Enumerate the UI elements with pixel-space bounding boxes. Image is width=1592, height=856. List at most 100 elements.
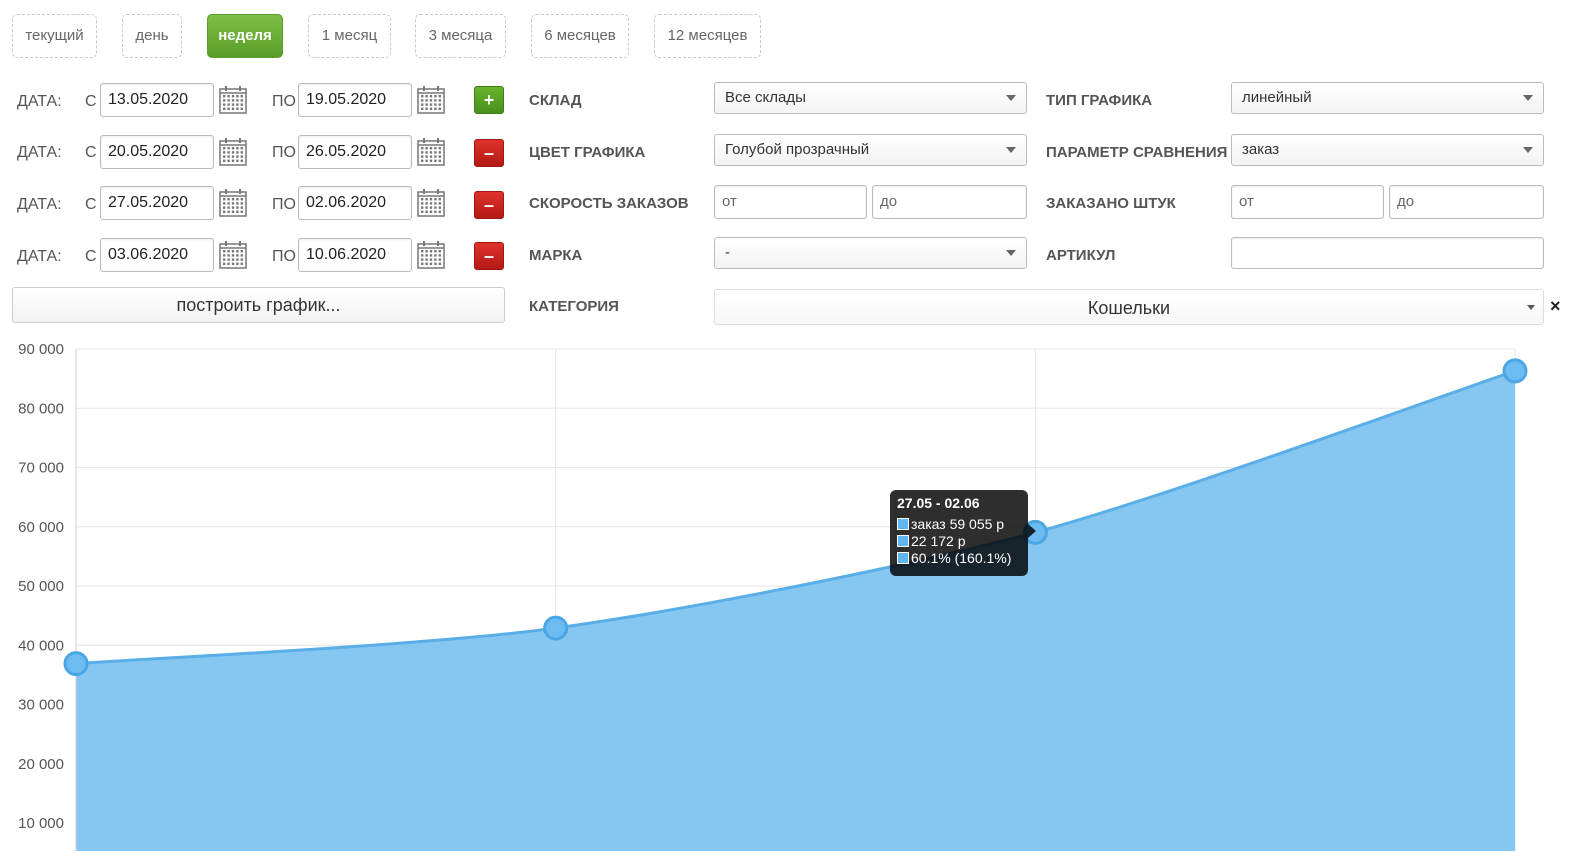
tooltip-diff-value: 22 172 р [911, 533, 966, 549]
chart-type-label: ТИП ГРАФИКА [1046, 92, 1153, 109]
period-1month-button[interactable]: 1 месяц [308, 14, 391, 58]
chart-color-select[interactable]: Голубой прозрачный [714, 134, 1027, 166]
chevron-down-icon [1523, 95, 1533, 101]
compare-param-select-value: заказ [1242, 141, 1280, 158]
chevron-down-icon [1006, 250, 1016, 256]
date-from-input[interactable]: 27.05.2020 [100, 186, 214, 220]
period-day-button[interactable]: день [122, 14, 182, 58]
compare-param-select[interactable]: заказ [1231, 134, 1544, 166]
chart-tooltip: 27.05 - 02.06 заказ 59 055 р 22 172 р 60… [890, 490, 1036, 576]
tooltip-row: 60.1% (160.1%) [897, 550, 1021, 567]
y-tick-label: 20 000 [18, 756, 64, 773]
article-input[interactable] [1231, 237, 1544, 269]
category-select-value: Кошельки [1087, 298, 1171, 318]
date-to-input[interactable]: 19.05.2020 [298, 83, 412, 117]
tooltip-caret [1028, 524, 1036, 538]
tooltip-row: 22 172 р [897, 533, 1021, 550]
date-from-label: С [85, 144, 97, 161]
chart-type-select[interactable]: линейный [1231, 82, 1544, 114]
date-from-label: С [85, 93, 97, 110]
date-to-label: ПО [272, 248, 296, 265]
date-from-input[interactable]: 20.05.2020 [100, 135, 214, 169]
date-from-label: С [85, 248, 97, 265]
calendar-icon[interactable] [416, 137, 446, 167]
remove-date-range-button[interactable]: – [474, 242, 504, 270]
calendar-icon[interactable] [416, 240, 446, 270]
y-tick-label: 90 000 [18, 341, 64, 358]
chart-color-label: ЦВЕТ ГРАФИКА [529, 144, 646, 161]
y-tick-label: 70 000 [18, 460, 64, 477]
calendar-icon[interactable] [218, 188, 248, 218]
tooltip-row: заказ 59 055 р [897, 516, 1021, 533]
legend-swatch [897, 518, 909, 530]
period-12months-button[interactable]: 12 месяцев [654, 14, 761, 58]
chevron-down-icon [1523, 147, 1533, 153]
calendar-icon[interactable] [218, 85, 248, 115]
orders-area-chart: 10 000 20 000 30 000 40 000 50 000 60 000 70 0… [18, 341, 1528, 851]
order-speed-from-input[interactable]: от [714, 185, 867, 219]
date-to-input[interactable]: 02.06.2020 [298, 186, 412, 220]
date-label: ДАТА: [17, 248, 62, 265]
date-label: ДАТА: [17, 93, 62, 110]
order-speed-to-input[interactable]: до [872, 185, 1027, 219]
y-tick-label: 50 000 [18, 578, 64, 595]
calendar-icon[interactable] [416, 188, 446, 218]
data-point [1502, 358, 1528, 384]
order-speed-label: СКОРОСТЬ ЗАКАЗОВ [529, 195, 689, 212]
y-tick-label: 30 000 [18, 697, 64, 714]
period-6months-button[interactable]: 6 месяцев [531, 14, 629, 58]
brand-select-value: - [725, 244, 730, 261]
article-label: АРТИКУЛ [1046, 247, 1116, 264]
calendar-icon[interactable] [218, 240, 248, 270]
date-from-input[interactable]: 13.05.2020 [100, 83, 214, 117]
chevron-down-icon [1006, 147, 1016, 153]
date-to-label: ПО [272, 144, 296, 161]
period-week-button[interactable]: неделя [207, 14, 283, 58]
y-tick-label: 40 000 [18, 637, 64, 654]
close-icon[interactable]: × [1550, 296, 1561, 316]
y-tick-label: 10 000 [18, 815, 64, 832]
remove-date-range-button[interactable]: – [474, 139, 504, 167]
date-to-input[interactable]: 10.06.2020 [298, 238, 412, 272]
legend-swatch [897, 552, 909, 564]
compare-param-label: ПАРАМЕТР СРАВНЕНИЯ [1046, 144, 1228, 161]
date-to-label: ПО [272, 196, 296, 213]
calendar-icon[interactable] [218, 137, 248, 167]
chevron-down-icon [1527, 305, 1535, 310]
add-date-range-button[interactable]: + [474, 86, 504, 114]
tooltip-title: 27.05 - 02.06 [897, 495, 980, 511]
chevron-down-icon [1006, 95, 1016, 101]
date-to-label: ПО [272, 93, 296, 110]
ordered-qty-label: ЗАКАЗАНО ШТУК [1046, 195, 1176, 212]
build-chart-button[interactable]: построить график... [12, 287, 505, 323]
chart-color-select-value: Голубой прозрачный [725, 141, 870, 158]
date-to-input[interactable]: 26.05.2020 [298, 135, 412, 169]
ordered-qty-to-input[interactable]: до [1389, 185, 1544, 219]
brand-select[interactable]: - [714, 237, 1027, 269]
category-select[interactable]: Кошельки [714, 289, 1544, 325]
date-label: ДАТА: [17, 196, 62, 213]
remove-date-range-button[interactable]: – [474, 191, 504, 219]
period-current-button[interactable]: текущий [12, 14, 97, 58]
ordered-qty-from-input[interactable]: от [1231, 185, 1384, 219]
warehouse-select[interactable]: Все склады [714, 82, 1027, 114]
series-area [76, 370, 1515, 851]
y-tick-label: 60 000 [18, 519, 64, 536]
category-label: КАТЕГОРИЯ [529, 298, 619, 315]
period-3months-button[interactable]: 3 месяца [415, 14, 506, 58]
chart-container: 10 000 20 000 30 000 40 000 50 000 60 000 70 0… [0, 336, 1592, 851]
tooltip-percent-value: 60.1% (160.1%) [911, 550, 1012, 566]
data-point [543, 615, 569, 641]
calendar-icon[interactable] [416, 85, 446, 115]
brand-label: МАРКА [529, 247, 583, 264]
legend-swatch [897, 535, 909, 547]
tooltip-order-value: заказ 59 055 р [911, 516, 1005, 532]
date-from-label: С [85, 196, 97, 213]
y-tick-label: 80 000 [18, 400, 64, 417]
date-label: ДАТА: [17, 144, 62, 161]
data-point [63, 651, 89, 677]
date-from-input[interactable]: 03.06.2020 [100, 238, 214, 272]
chart-type-select-value: линейный [1242, 89, 1312, 106]
warehouse-select-value: Все склады [725, 89, 806, 106]
warehouse-label: СКЛАД [529, 92, 582, 109]
